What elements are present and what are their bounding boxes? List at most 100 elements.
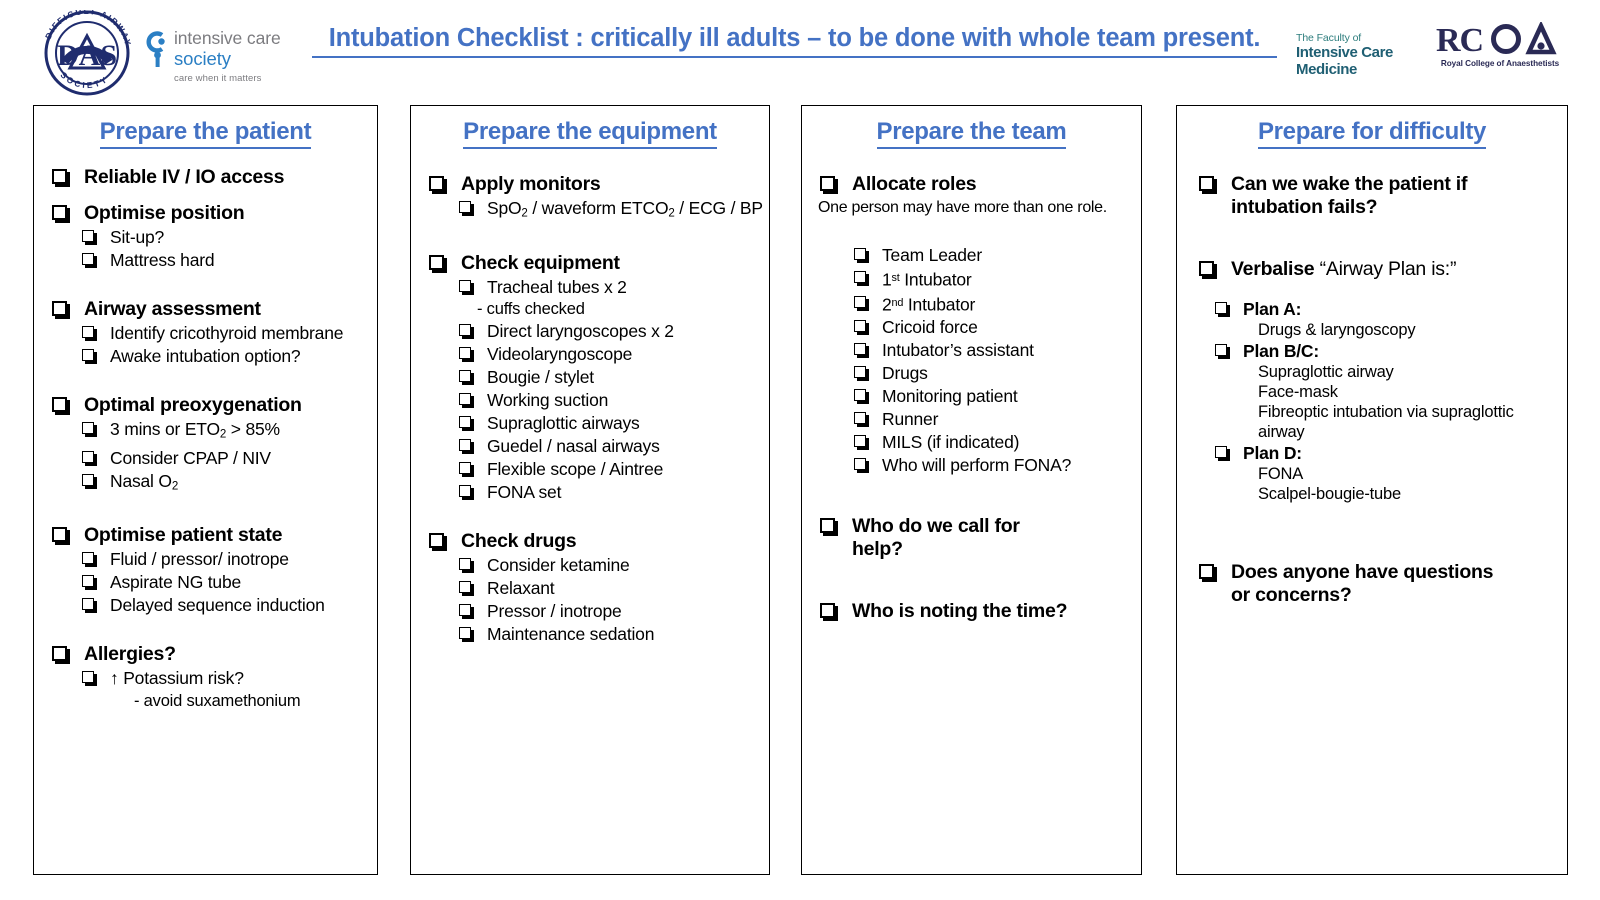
- checkbox-icon[interactable]: [459, 557, 474, 573]
- checklist-subitem[interactable]: Team Leader: [810, 245, 1135, 266]
- checkbox-icon[interactable]: [82, 349, 97, 364]
- checkbox-icon[interactable]: [82, 326, 97, 341]
- checkbox-icon[interactable]: [459, 201, 474, 216]
- checkbox-icon[interactable]: [82, 552, 97, 568]
- checklist-subitem[interactable]: SpO2 / waveform ETCO2 / ECG / BP: [419, 198, 763, 225]
- checklist-subitem[interactable]: Aspirate NG tube: [42, 572, 371, 593]
- checklist-subitem[interactable]: Cricoid force: [810, 317, 1135, 338]
- checklist-subitem[interactable]: Sit-up?: [42, 227, 371, 248]
- checkbox-icon[interactable]: [52, 169, 70, 187]
- checklist-subitem[interactable]: Bougie / stylet: [419, 367, 763, 388]
- checklist-subitem[interactable]: Plan B/C:: [1185, 341, 1561, 362]
- checkbox-icon[interactable]: [1215, 446, 1230, 461]
- checkbox-icon[interactable]: [82, 473, 97, 489]
- checklist-item[interactable]: Apply monitors: [419, 173, 763, 196]
- checkbox-icon[interactable]: [459, 415, 474, 431]
- checklist-subitem[interactable]: Working suction: [419, 390, 763, 411]
- checklist-subitem[interactable]: Mattress hard: [42, 250, 371, 271]
- checkbox-icon[interactable]: [429, 176, 447, 194]
- checkbox-icon[interactable]: [459, 279, 474, 295]
- checklist-subitem[interactable]: Direct laryngoscopes x 2: [419, 321, 763, 342]
- checklist-item[interactable]: Who is noting the time?: [810, 600, 1135, 623]
- checkbox-icon[interactable]: [854, 248, 869, 263]
- checkbox-icon[interactable]: [52, 301, 70, 319]
- checklist-subitem[interactable]: Runner: [810, 409, 1135, 430]
- checkbox-icon[interactable]: [459, 438, 474, 454]
- checklist-item[interactable]: Does anyone have questions or concerns?: [1185, 561, 1561, 607]
- checkbox-icon[interactable]: [459, 369, 474, 385]
- checklist-subitem[interactable]: Relaxant: [419, 578, 763, 599]
- checklist-item[interactable]: Can we wake the patient if intubation fa…: [1185, 173, 1561, 219]
- checklist-subitem[interactable]: Drugs: [810, 363, 1135, 384]
- checklist-subitem[interactable]: Delayed sequence induction: [42, 595, 371, 616]
- checkbox-icon[interactable]: [1215, 302, 1230, 317]
- checkbox-icon[interactable]: [854, 271, 869, 286]
- checkbox-icon[interactable]: [52, 397, 70, 415]
- checklist-subitem[interactable]: Identify cricothyroid membrane: [42, 323, 371, 344]
- checklist-item[interactable]: Allocate roles: [810, 173, 1135, 196]
- checkbox-icon[interactable]: [52, 205, 70, 223]
- checklist-item[interactable]: Optimise patient state: [42, 524, 371, 547]
- checklist-subitem[interactable]: Pressor / inotrope: [419, 601, 763, 622]
- checkbox-icon[interactable]: [854, 389, 869, 405]
- checkbox-icon[interactable]: [459, 603, 474, 619]
- checklist-subitem[interactable]: Videolaryngoscope: [419, 344, 763, 365]
- checklist-item[interactable]: Optimal preoxygenation: [42, 394, 371, 417]
- checkbox-icon[interactable]: [854, 295, 869, 311]
- checkbox-icon[interactable]: [52, 646, 70, 665]
- checkbox-icon[interactable]: [854, 366, 869, 382]
- checklist-item[interactable]: Optimise position: [42, 202, 371, 225]
- checkbox-icon[interactable]: [1199, 176, 1217, 194]
- checkbox-icon[interactable]: [82, 598, 97, 614]
- checkbox-icon[interactable]: [459, 323, 474, 339]
- checkbox-icon[interactable]: [1215, 344, 1230, 359]
- checkbox-icon[interactable]: [459, 626, 474, 642]
- checklist-subitem[interactable]: MILS (if indicated): [810, 432, 1135, 453]
- checklist-subitem[interactable]: 3 mins or ETO2 > 85%: [42, 419, 371, 446]
- checklist-item[interactable]: Who do we call for help?: [810, 515, 1135, 561]
- checklist-item[interactable]: Reliable IV / IO access: [42, 166, 371, 189]
- checkbox-icon[interactable]: [854, 435, 869, 451]
- checklist-subitem[interactable]: 2nd Intubator: [810, 293, 1135, 316]
- checklist-subitem[interactable]: Nasal O2: [42, 471, 371, 498]
- checkbox-icon[interactable]: [459, 580, 474, 596]
- checkbox-icon[interactable]: [82, 230, 97, 245]
- checklist-item[interactable]: Verbalise “Airway Plan is:”: [1185, 258, 1561, 281]
- checkbox-icon[interactable]: [459, 461, 474, 477]
- checkbox-icon[interactable]: [820, 518, 838, 537]
- checklist-item[interactable]: Airway assessment: [42, 298, 371, 321]
- checkbox-icon[interactable]: [429, 532, 447, 551]
- checklist-subitem[interactable]: Fluid / pressor/ inotrope: [42, 549, 371, 570]
- checkbox-icon[interactable]: [854, 458, 869, 474]
- checkbox-icon[interactable]: [854, 320, 869, 336]
- checklist-subitem[interactable]: Maintenance sedation: [419, 624, 763, 645]
- checkbox-icon[interactable]: [82, 450, 97, 466]
- checklist-subitem[interactable]: Tracheal tubes x 2: [419, 277, 763, 298]
- checkbox-icon[interactable]: [459, 484, 474, 500]
- checkbox-icon[interactable]: [429, 254, 447, 273]
- checklist-item[interactable]: Allergies?: [42, 643, 371, 666]
- checkbox-icon[interactable]: [820, 176, 838, 194]
- checkbox-icon[interactable]: [820, 603, 838, 622]
- checklist-subitem[interactable]: Plan A:: [1185, 299, 1561, 320]
- checkbox-icon[interactable]: [52, 527, 70, 546]
- checklist-subitem[interactable]: 1st Intubator: [810, 268, 1135, 291]
- checkbox-icon[interactable]: [82, 253, 97, 268]
- checklist-subitem[interactable]: FONA set: [419, 482, 763, 503]
- checklist-subitem[interactable]: Intubator’s assistant: [810, 340, 1135, 361]
- checklist-item[interactable]: Check drugs: [419, 530, 763, 553]
- checklist-subitem[interactable]: Plan D:: [1185, 443, 1561, 464]
- checklist-subitem[interactable]: Consider CPAP / NIV: [42, 448, 371, 469]
- checkbox-icon[interactable]: [1199, 261, 1217, 279]
- checklist-subitem[interactable]: ↑ Potassium risk?: [42, 668, 371, 689]
- checklist-subitem[interactable]: Flexible scope / Aintree: [419, 459, 763, 480]
- checklist-subitem[interactable]: Awake intubation option?: [42, 346, 371, 367]
- checkbox-icon[interactable]: [459, 392, 474, 408]
- checklist-item[interactable]: Check equipment: [419, 252, 763, 275]
- checklist-subitem[interactable]: Guedel / nasal airways: [419, 436, 763, 457]
- checkbox-icon[interactable]: [854, 343, 869, 359]
- checklist-subitem[interactable]: Who will perform FONA?: [810, 455, 1135, 476]
- checkbox-icon[interactable]: [82, 671, 97, 687]
- checkbox-icon[interactable]: [1199, 564, 1217, 582]
- checklist-subitem[interactable]: Supraglottic airways: [419, 413, 763, 434]
